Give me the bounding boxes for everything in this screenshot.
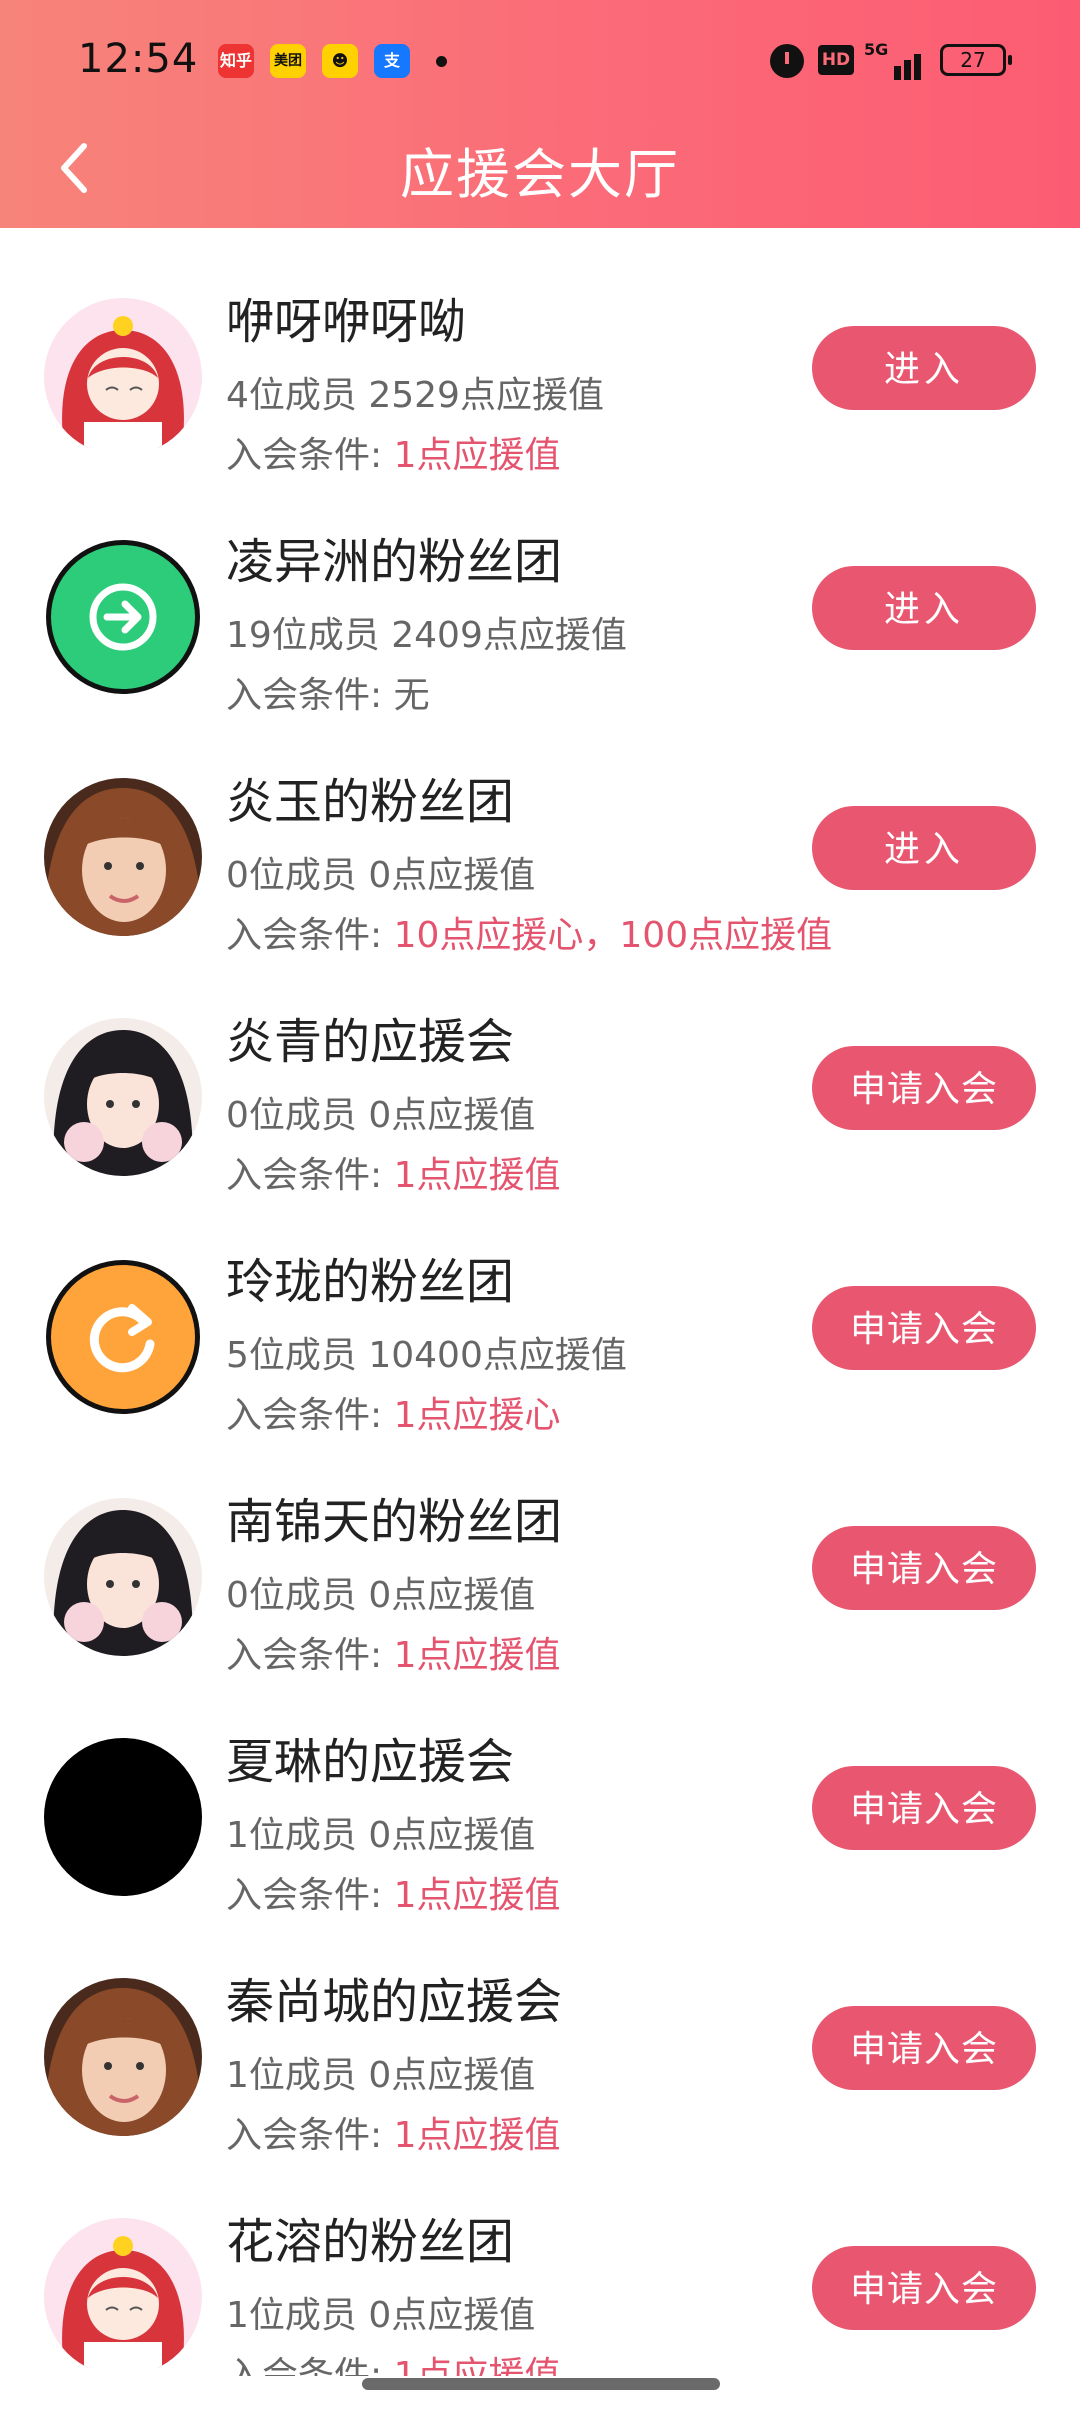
club-name: 炎玉的粉丝团: [226, 774, 515, 830]
list-item[interactable]: 夏琳的应援会 1位成员 0点应援值 入会条件: 1点应援值 申请入会: [0, 1668, 1080, 1916]
club-stats: 1位成员 0点应援值: [226, 2295, 536, 2336]
apply-join-button[interactable]: 申请入会: [812, 2006, 1036, 2090]
list-item[interactable]: 秦尚城的应援会 1位成员 0点应援值 入会条件: 1点应援值 申请入会: [0, 1908, 1080, 2156]
arrow-right-icon: [46, 540, 200, 694]
list-item[interactable]: 炎青的应援会 0位成员 0点应援值 入会条件: 1点应援值 申请入会: [0, 948, 1080, 1196]
list-item[interactable]: 咿呀咿呀呦 4位成员 2529点应援值 入会条件: 1点应援值 进入: [0, 228, 1080, 476]
avatar: [44, 1018, 202, 1176]
club-stats: 19位成员 2409点应援值: [226, 615, 627, 656]
club-name: 夏琳的应援会: [226, 1734, 515, 1790]
list-item[interactable]: 炎玉的粉丝团 0位成员 0点应援值 入会条件: 10点应援心，100点应援值 进…: [0, 708, 1080, 956]
notification-dot-icon: [436, 56, 447, 67]
status-time: 12:54: [78, 36, 199, 82]
club-stats: 0位成员 0点应援值: [226, 1095, 536, 1136]
club-stats: 4位成员 2529点应援值: [226, 375, 604, 416]
avatar: [44, 538, 202, 696]
join-condition: 入会条件: 1点应援值: [226, 2346, 561, 2376]
club-name: 秦尚城的应援会: [226, 1974, 563, 2030]
avatar: [44, 1258, 202, 1416]
list-item[interactable]: 花溶的粉丝团 1位成员 0点应援值 入会条件: 1点应援值 申请入会: [0, 2148, 1080, 2388]
page-title: 应援会大厅: [400, 143, 680, 206]
meituan-app-icon: 美团: [270, 44, 306, 78]
apply-join-button[interactable]: 申请入会: [812, 1526, 1036, 1610]
avatar: [44, 298, 202, 456]
home-indicator[interactable]: [362, 2378, 720, 2390]
club-name: 炎青的应援会: [226, 1014, 515, 1070]
smile-app-icon: ☻: [322, 44, 358, 78]
zhihu-app-icon: 知乎: [218, 44, 254, 78]
enter-button[interactable]: 进入: [812, 806, 1036, 890]
club-stats: 1位成员 0点应援值: [226, 2055, 536, 2096]
condition-value: 1点应援值: [393, 2355, 561, 2376]
list-item[interactable]: 凌异洲的粉丝团 19位成员 2409点应援值 入会条件: 无 进入: [0, 468, 1080, 716]
avatar: [44, 1978, 202, 2136]
apply-join-button[interactable]: 申请入会: [812, 1046, 1036, 1130]
club-name: 咿呀咿呀呦: [226, 294, 467, 350]
apply-join-button[interactable]: 申请入会: [812, 1286, 1036, 1370]
apply-join-button[interactable]: 申请入会: [812, 2246, 1036, 2330]
club-name: 花溶的粉丝团: [226, 2214, 515, 2270]
header-bar: 12:54 知乎 美团 ☻ 支 HD 5G 27 应援会大厅: [0, 0, 1080, 228]
refresh-icon: [46, 1260, 200, 1414]
avatar: [44, 778, 202, 936]
club-stats: 5位成员 10400点应援值: [226, 1335, 627, 1376]
list-item[interactable]: 南锦天的粉丝团 0位成员 0点应援值 入会条件: 1点应援值 申请入会: [0, 1428, 1080, 1676]
club-name: 南锦天的粉丝团: [226, 1494, 563, 1550]
signal-icon: 5G: [864, 40, 926, 80]
apply-join-button[interactable]: 申请入会: [812, 1766, 1036, 1850]
list-item[interactable]: 玲珑的粉丝团 5位成员 10400点应援值 入会条件: 1点应援心 申请入会: [0, 1188, 1080, 1436]
enter-button[interactable]: 进入: [812, 566, 1036, 650]
status-bar: 12:54 知乎 美团 ☻ 支 HD 5G 27: [0, 0, 1080, 120]
club-stats: 1位成员 0点应援值: [226, 1815, 536, 1856]
club-stats: 0位成员 0点应援值: [226, 855, 536, 896]
battery-icon: 27: [940, 44, 1012, 76]
alipay-app-icon: 支: [374, 44, 410, 78]
enter-button[interactable]: 进入: [812, 326, 1036, 410]
avatar: [44, 2218, 202, 2376]
club-name: 凌异洲的粉丝团: [226, 534, 563, 590]
avatar: [44, 1738, 202, 1896]
hd-icon: HD: [818, 45, 854, 75]
club-name: 玲珑的粉丝团: [226, 1254, 515, 1310]
club-stats: 0位成员 0点应援值: [226, 1575, 536, 1616]
avatar: [44, 1498, 202, 1656]
alarm-icon: [770, 44, 804, 78]
